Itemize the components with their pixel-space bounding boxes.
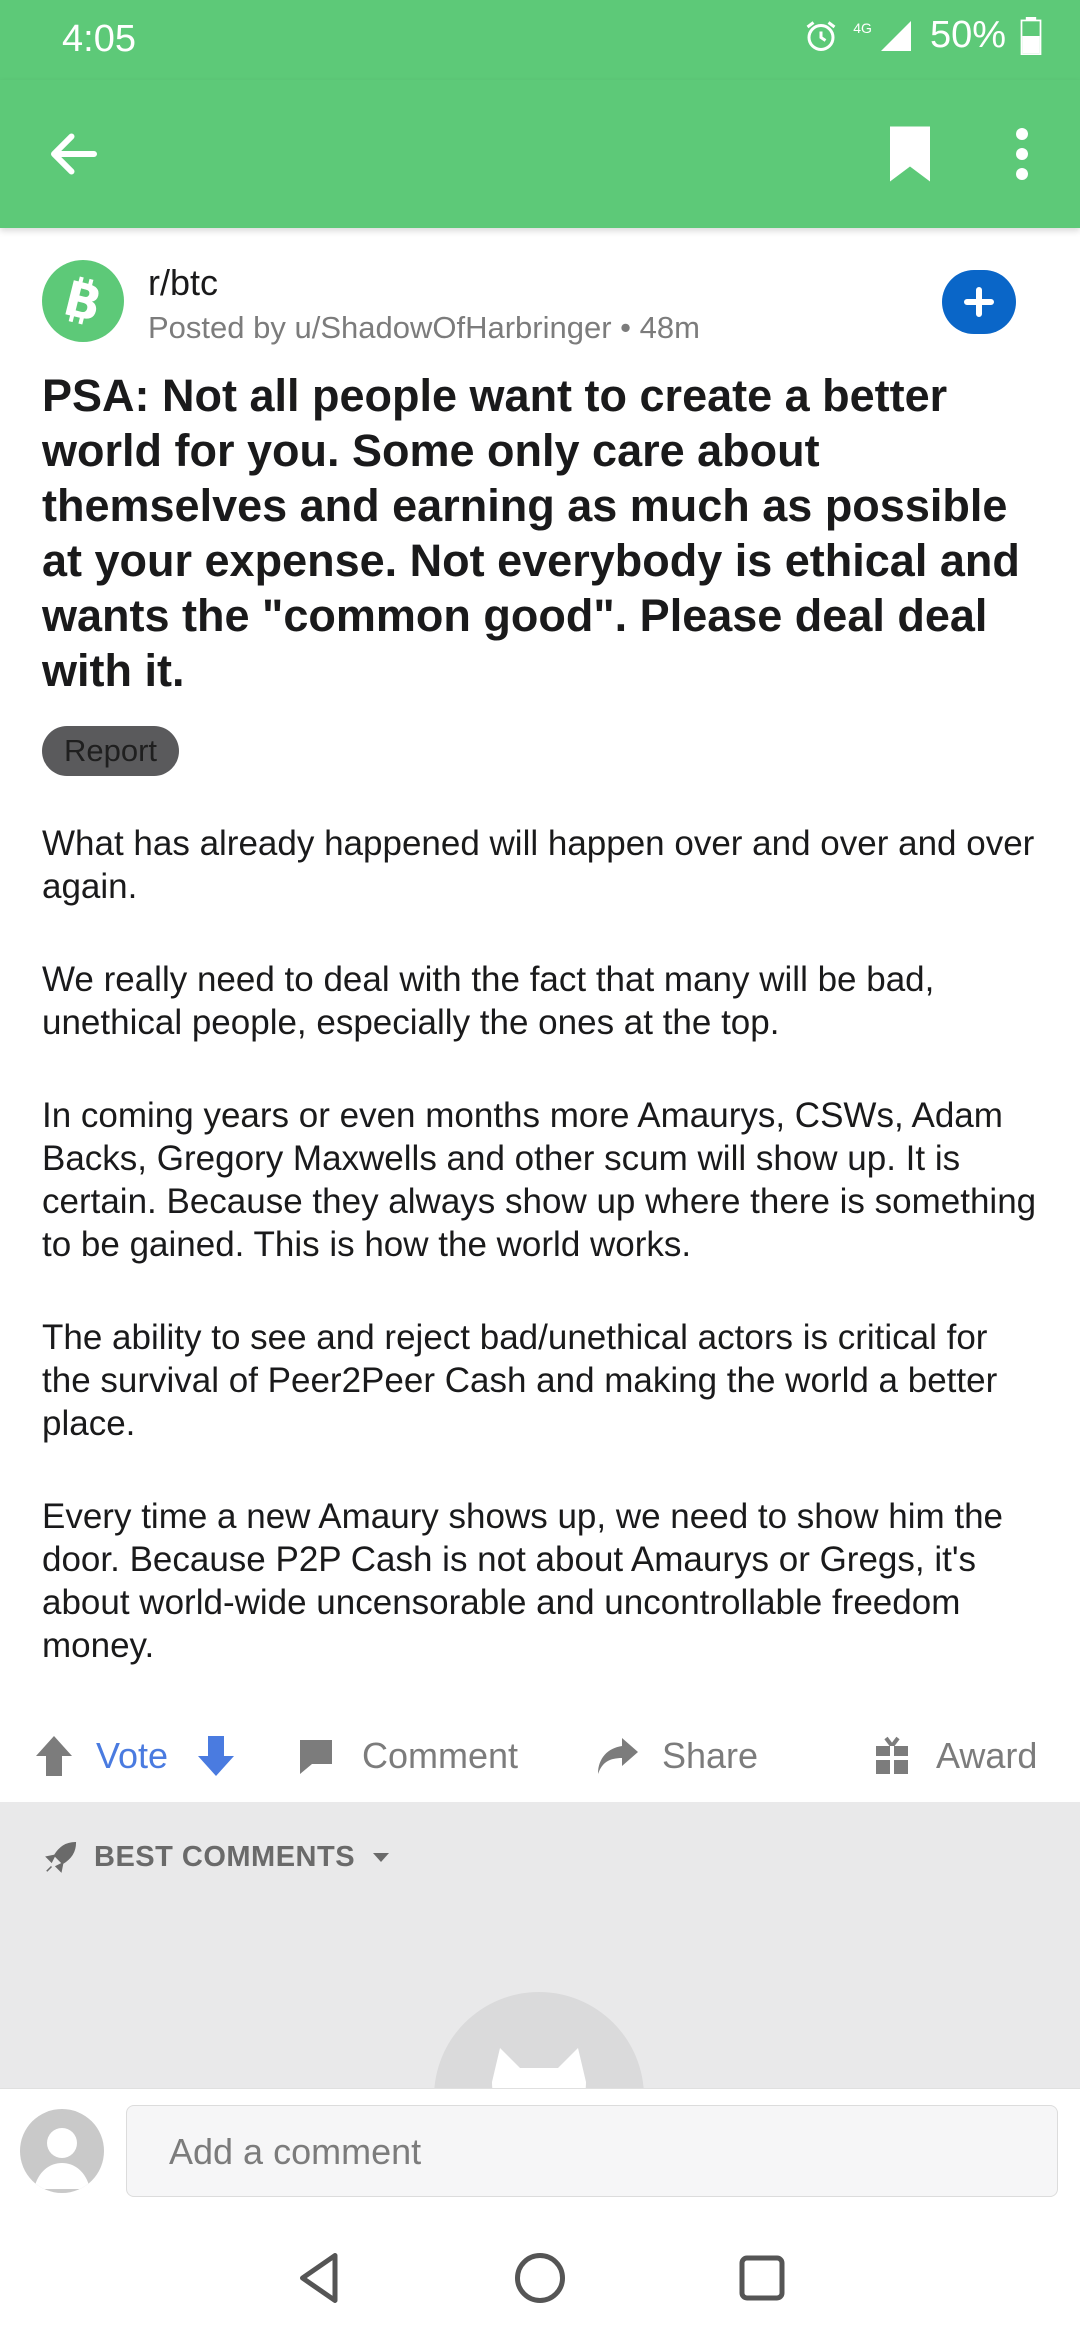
comment-icon (300, 1740, 332, 1774)
plus-icon (964, 287, 994, 317)
nav-recents-icon[interactable] (732, 2248, 792, 2308)
nav-back-icon[interactable] (290, 2248, 350, 2308)
user-avatar-icon (34, 2128, 90, 2189)
empty-comments-mascot (434, 1992, 644, 2088)
bookmark-icon[interactable] (884, 124, 936, 184)
status-bar: 4:05 4G 50% (0, 0, 1080, 80)
battery-percent: 50% (929, 14, 1006, 56)
comment-sort-label: BEST COMMENTS (94, 1840, 356, 1873)
comment-sort-button[interactable]: BEST COMMENTS (42, 1838, 393, 1876)
post-body: What has already happened will happen ov… (42, 822, 1042, 1717)
system-navigation-bar (0, 2212, 1080, 2340)
post-paragraph: We really need to deal with the fact tha… (42, 960, 935, 1042)
more-vert-icon[interactable] (1002, 124, 1042, 184)
post-paragraph: The ability to see and reject bad/unethi… (42, 1318, 998, 1443)
comment-label: Comment (362, 1735, 519, 1776)
upvote-icon[interactable] (34, 1734, 74, 1778)
award-button[interactable]: Award (874, 1714, 1037, 1798)
app-bar (0, 80, 1080, 228)
nav-home-icon[interactable] (510, 2248, 570, 2308)
post-title: PSA: Not all people want to create a bet… (42, 370, 1020, 696)
alarm-icon (806, 20, 836, 51)
comments-section: BEST COMMENTS (0, 1802, 1080, 2088)
share-icon (598, 1738, 638, 1774)
report-flair[interactable]: Report (42, 726, 180, 776)
comment-composer: Add a comment (0, 2088, 1080, 2213)
subreddit-avatar[interactable]: B (42, 260, 124, 342)
comment-input[interactable]: Add a comment (126, 2105, 1058, 2197)
post-action-bar: Vote Comment Share Award (0, 1714, 1080, 1798)
subreddit-name[interactable]: r/btc (148, 262, 218, 304)
share-label: Share (662, 1735, 759, 1776)
join-button[interactable] (942, 270, 1016, 334)
downvote-icon[interactable] (196, 1734, 236, 1778)
rocket-icon (45, 1841, 77, 1873)
post-paragraph: In coming years or even months more Amau… (42, 1096, 1037, 1264)
bitcoin-icon: B (58, 270, 107, 333)
post-paragraph: What has already happened will happen ov… (42, 824, 1035, 906)
vote-label: Vote (96, 1735, 169, 1776)
comment-button[interactable]: Comment (296, 1714, 518, 1798)
award-label: Award (936, 1735, 1038, 1776)
battery-icon (1020, 16, 1042, 55)
arrow-left-icon[interactable] (44, 124, 104, 184)
signal-icon (880, 20, 911, 51)
user-avatar (20, 2109, 104, 2193)
network-type-label: 4G (853, 19, 872, 36)
post-meta[interactable]: Posted by u/ShadowOfHarbringer • 48m (148, 310, 700, 346)
snoo-icon (492, 2048, 586, 2088)
post-header: B r/btc Posted by u/ShadowOfHarbringer •… (42, 258, 1042, 358)
status-time: 4:05 (62, 18, 136, 60)
gift-icon (876, 1736, 908, 1774)
caret-down-icon (373, 1853, 390, 1862)
share-button[interactable]: Share (596, 1714, 758, 1798)
post-paragraph: Every time a new Amaury shows up, we nee… (42, 1497, 1004, 1665)
